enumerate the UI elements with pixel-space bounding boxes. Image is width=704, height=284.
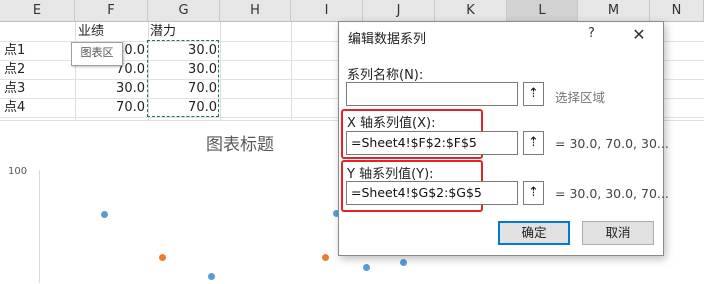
row-label-cell[interactable]: 点1 xyxy=(4,41,74,60)
series-name-input[interactable] xyxy=(346,82,518,106)
dialog-title: 编辑数据系列 xyxy=(348,32,427,47)
x-values-label: X 轴系列值(X): xyxy=(347,116,436,131)
header-cell-f[interactable]: 业绩 xyxy=(78,22,148,41)
data-point-blue[interactable] xyxy=(101,211,108,218)
data-cell-f[interactable]: 70.0 xyxy=(75,98,148,117)
collapse-dialog-icon[interactable]: ⇡ xyxy=(523,131,544,155)
column-header-j[interactable]: J xyxy=(363,0,435,22)
column-header-n[interactable]: N xyxy=(650,0,704,22)
row-label-cell[interactable]: 点4 xyxy=(4,98,74,117)
series-name-label: 系列名称(N): xyxy=(347,68,424,83)
row-label-cell[interactable]: 点3 xyxy=(4,79,74,98)
series-name-hint: 选择区域 xyxy=(555,90,606,105)
column-header-e[interactable]: E xyxy=(0,0,75,22)
data-cell-f[interactable]: 30.0 xyxy=(75,79,148,98)
column-header-k[interactable]: K xyxy=(435,0,507,22)
y-values-preview: = 30.0, 30.0, 70... xyxy=(555,186,669,201)
chart-title[interactable]: 图表标题 xyxy=(190,130,290,155)
edit-series-dialog: 编辑数据系列 ? ✕ 系列名称(N): ⇡ 选择区域 X 轴系列值(X): =S… xyxy=(338,21,669,256)
column-header-f[interactable]: F xyxy=(75,0,148,22)
close-icon[interactable]: ✕ xyxy=(627,24,651,46)
data-point-orange[interactable] xyxy=(159,254,166,261)
y-tick-label: 100 xyxy=(8,166,28,177)
column-header-l[interactable]: L xyxy=(507,0,578,22)
column-header-i[interactable]: I xyxy=(291,0,363,22)
x-values-preview: = 30.0, 70.0, 30... xyxy=(555,136,669,151)
grid-line xyxy=(291,22,292,120)
y-values-label: Y 轴系列值(Y): xyxy=(347,167,434,182)
header-cell-g[interactable]: 潜力 xyxy=(150,22,220,41)
y-values-input[interactable]: =Sheet4!$G$2:$G$5 xyxy=(346,181,518,205)
column-header-m[interactable]: M xyxy=(578,0,650,22)
data-point-blue[interactable] xyxy=(208,273,215,280)
grid-line xyxy=(220,22,221,120)
help-button[interactable]: ? xyxy=(588,26,595,41)
data-point-orange[interactable] xyxy=(322,254,329,261)
cancel-button[interactable]: 取消 xyxy=(582,221,654,245)
x-values-input[interactable]: =Sheet4!$F$2:$F$5 xyxy=(346,131,518,155)
y-axis-line xyxy=(39,170,40,283)
data-point-blue[interactable] xyxy=(363,264,370,271)
copy-marquee-selection xyxy=(147,40,219,117)
row-label-cell[interactable]: 点2 xyxy=(4,60,74,79)
ok-button[interactable]: 确定 xyxy=(498,221,570,245)
chart-area-tooltip: 图表区 xyxy=(71,42,123,66)
column-header-g[interactable]: G xyxy=(148,0,220,22)
column-header-h[interactable]: H xyxy=(220,0,291,22)
collapse-dialog-icon[interactable]: ⇡ xyxy=(523,82,544,106)
data-point-blue[interactable] xyxy=(400,259,407,266)
collapse-dialog-icon[interactable]: ⇡ xyxy=(523,181,544,205)
